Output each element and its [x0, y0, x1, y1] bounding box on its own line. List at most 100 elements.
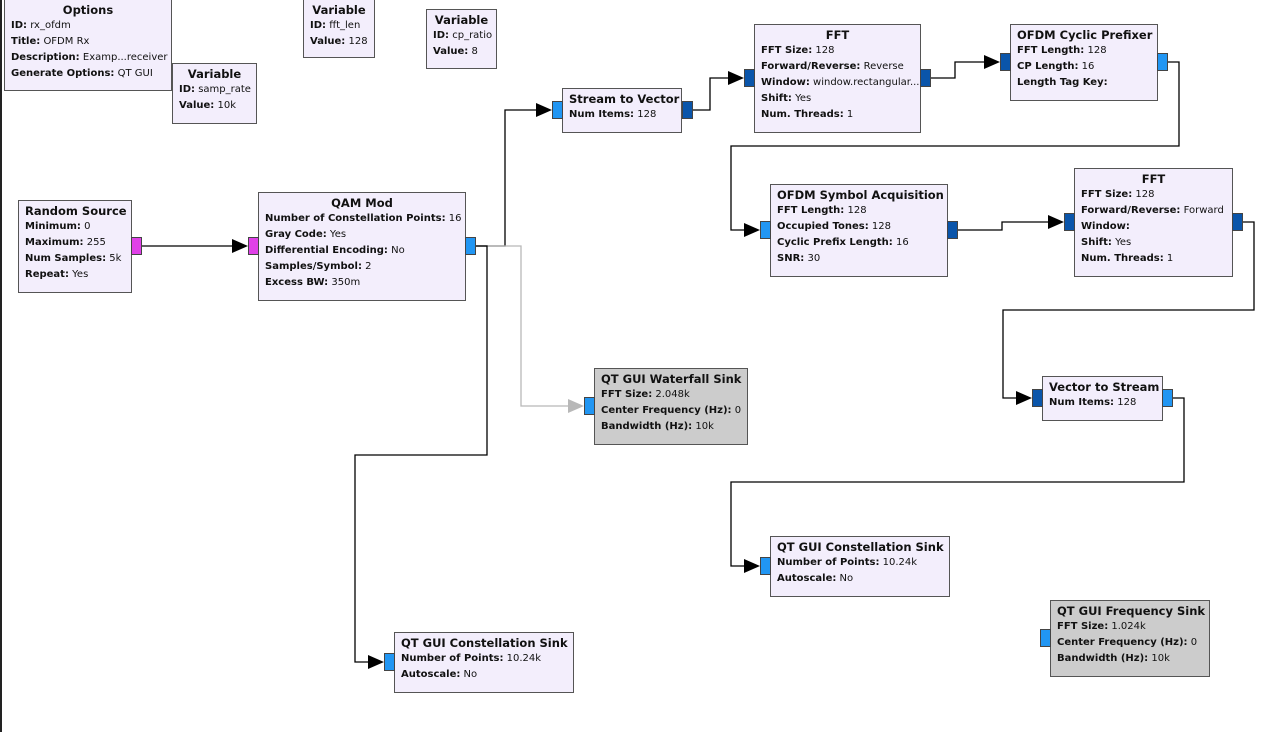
- cyclic-prefixer-block[interactable]: OFDM Cyclic Prefixer FFT Length: 128 CP Le…: [1010, 24, 1158, 101]
- param-key: Window:: [1081, 221, 1130, 232]
- connection-line[interactable]: [931, 61, 986, 79]
- fft-reverse-out-port[interactable]: [920, 69, 931, 87]
- random-source-block[interactable]: Random Source Minimum: 0 Maximum: 255 Num S…: [18, 200, 132, 293]
- block-param: Window:: [1081, 219, 1226, 235]
- param-key: Number of Points:: [401, 653, 504, 664]
- arrowhead-icon: [232, 239, 248, 253]
- frequency-sink-block[interactable]: QT GUI Frequency Sink FFT Size: 1.024k Cen…: [1050, 600, 1210, 677]
- param-key: Value:: [433, 46, 469, 57]
- connection-random_source-to-qam_mod[interactable]: [142, 239, 248, 253]
- block-param: Cyclic Prefix Length: 16: [777, 235, 941, 251]
- connection-symbol_acquisition-to-fft_forward[interactable]: [958, 215, 1064, 231]
- connection-qam_mod-to-waterfall_sink[interactable]: [476, 245, 584, 413]
- connection-qam_mod-to-constellation_sink_tx[interactable]: [354, 245, 488, 669]
- fft-forward-block[interactable]: FFT FFT Size: 128 Forward/Reverse: Forward…: [1074, 168, 1233, 277]
- param-key: Autoscale:: [401, 669, 461, 680]
- param-key: FFT Size:: [601, 389, 653, 400]
- arrowhead-icon: [984, 55, 1000, 69]
- block-title: Variable: [434, 13, 489, 27]
- stream-to-vector-block[interactable]: Stream to Vector Num Items: 128: [562, 88, 682, 133]
- waterfall-sink-block[interactable]: QT GUI Waterfall Sink FFT Size: 2.048k Cen…: [594, 368, 748, 445]
- cyclic-prefixer-out-port[interactable]: [1157, 53, 1168, 71]
- qam-mod-in-port[interactable]: [248, 237, 259, 255]
- param-value: cp_ratio: [452, 30, 493, 41]
- param-value: 10k: [695, 421, 714, 432]
- connection-stream_to_vector-to-fft_reverse[interactable]: [693, 71, 744, 111]
- connection-line[interactable]: [354, 245, 488, 663]
- param-value: 128: [871, 221, 891, 232]
- fft-forward-in-port[interactable]: [1064, 213, 1075, 231]
- block-param: ID: rx_ofdm: [11, 18, 165, 34]
- stream-to-vector-out-port[interactable]: [682, 101, 693, 119]
- qam-mod-block[interactable]: QAM Mod Number of Constellation Points: 1…: [258, 192, 466, 301]
- param-key: ID:: [179, 84, 196, 95]
- random-source-out-port[interactable]: [131, 237, 142, 255]
- variable-samp-rate-block[interactable]: Variable ID: samp_rate Value: 10k: [172, 63, 257, 124]
- param-value: 10.24k: [882, 557, 918, 568]
- param-value: 128: [637, 109, 657, 120]
- block-param: FFT Size: 1.024k: [1057, 619, 1203, 635]
- waterfall-sink-in-port[interactable]: [584, 397, 595, 415]
- param-key: Length Tag Key:: [1017, 77, 1108, 88]
- cyclic-prefixer-in-port[interactable]: [1000, 53, 1011, 71]
- fft-reverse-block[interactable]: FFT FFT Size: 128 Forward/Reverse: Reverse…: [754, 24, 921, 133]
- block-param: FFT Length: 128: [1017, 43, 1151, 59]
- block-param: Num Samples: 5k: [25, 251, 125, 267]
- block-param: Forward/Reverse: Reverse: [761, 59, 914, 75]
- param-value: Forward: [1183, 205, 1224, 216]
- param-value: 10k: [217, 100, 236, 111]
- connection-fft_reverse-to-cyclic_prefixer[interactable]: [931, 55, 1000, 79]
- vector-to-stream-out-port[interactable]: [1162, 389, 1173, 407]
- constellation-sink-tx-in-port[interactable]: [384, 653, 395, 671]
- param-key: Num. Threads:: [1081, 253, 1164, 264]
- arrowhead-icon: [1048, 215, 1064, 229]
- constellation-sink-rx-in-port[interactable]: [760, 557, 771, 575]
- param-key: Bandwidth (Hz):: [1057, 653, 1149, 664]
- param-value: QT GUI: [117, 68, 153, 79]
- param-value: 16: [1081, 61, 1095, 72]
- block-title: QAM Mod: [331, 196, 393, 210]
- param-key: Value:: [310, 36, 346, 47]
- stream-to-vector-in-port[interactable]: [552, 101, 563, 119]
- vector-to-stream-in-port[interactable]: [1032, 389, 1043, 407]
- param-value: 1: [846, 109, 854, 120]
- connection-line[interactable]: [958, 221, 1050, 231]
- constellation-sink-tx-block[interactable]: QT GUI Constellation Sink Number of Point…: [394, 632, 574, 693]
- param-key: Maximum:: [25, 237, 84, 248]
- fft-forward-out-port[interactable]: [1232, 213, 1243, 231]
- symbol-acquisition-block[interactable]: OFDM Symbol Acquisition FFT Length: 128 Oc…: [770, 184, 948, 277]
- param-key: FFT Size:: [1081, 189, 1133, 200]
- variable-cp-ratio-block[interactable]: Variable ID: cp_ratio Value: 8: [426, 9, 497, 69]
- symbol-acquisition-in-port[interactable]: [760, 221, 771, 239]
- connection-line[interactable]: [693, 77, 730, 111]
- connection-qam_mod-to-stream_to_vector[interactable]: [476, 103, 552, 247]
- qam-mod-out-port[interactable]: [465, 237, 476, 255]
- param-key: Occupied Tones:: [777, 221, 869, 232]
- constellation-sink-rx-block[interactable]: QT GUI Constellation Sink Number of Point…: [770, 536, 950, 597]
- connection-line[interactable]: [476, 109, 538, 247]
- block-param: Num. Threads: 1: [761, 107, 914, 123]
- frequency-sink-in-port[interactable]: [1040, 629, 1051, 647]
- param-value: 5k: [109, 253, 122, 264]
- fft-reverse-in-port[interactable]: [744, 69, 755, 87]
- block-param: Maximum: 255: [25, 235, 125, 251]
- param-key: FFT Length:: [1017, 45, 1085, 56]
- param-value: No: [391, 245, 405, 256]
- param-key: Value:: [179, 100, 215, 111]
- vector-to-stream-block[interactable]: Vector to Stream Num Items: 128: [1042, 376, 1163, 421]
- symbol-acquisition-out-port[interactable]: [947, 221, 958, 239]
- options-block[interactable]: Options ID: rx_ofdm Title: OFDM Rx Descript…: [4, 0, 172, 91]
- block-title: Vector to Stream: [1049, 380, 1160, 394]
- block-param: Title: OFDM Rx: [11, 34, 165, 50]
- block-param: Excess BW: 350m: [265, 275, 459, 291]
- connection-line[interactable]: [476, 245, 570, 407]
- arrowhead-icon: [744, 559, 760, 573]
- block-param: Autoscale: No: [777, 571, 943, 587]
- block-title: Variable: [187, 67, 242, 81]
- block-param: Value: 8: [433, 44, 490, 60]
- param-value: fft_len: [329, 20, 361, 31]
- block-param: Forward/Reverse: Forward: [1081, 203, 1226, 219]
- variable-fft-len-block[interactable]: Variable ID: fft_len Value: 128: [303, 0, 375, 58]
- param-value: rx_ofdm: [30, 20, 71, 31]
- param-value: OFDM Rx: [43, 36, 90, 47]
